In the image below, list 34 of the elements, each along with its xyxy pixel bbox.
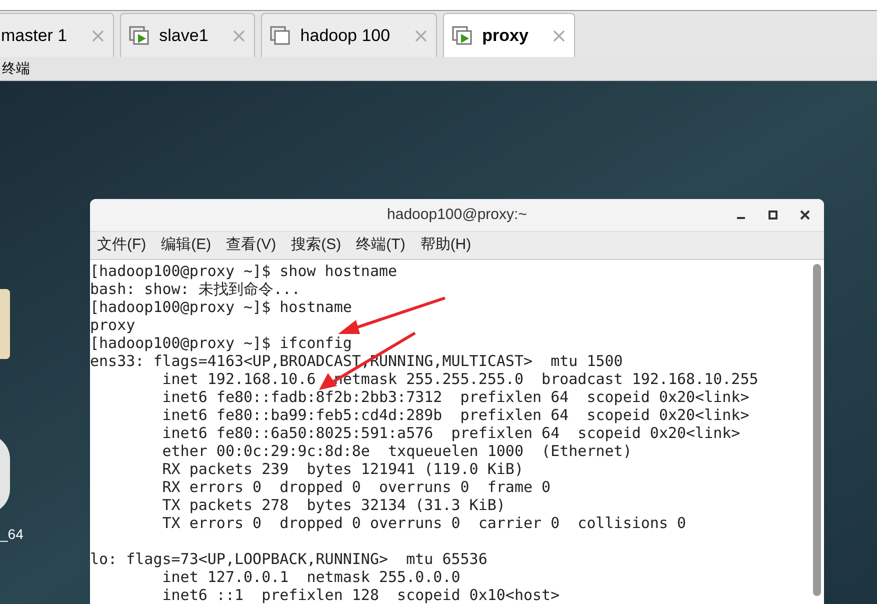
terminal-line: lo: flags=73<UP,LOOPBACK,RUNNING> mtu 65536 (90, 550, 488, 568)
terminal-menu[interactable]: 终端 (2, 58, 30, 80)
menu-item[interactable]: 帮助(H) (420, 234, 472, 257)
maximize-icon[interactable] (768, 210, 778, 220)
menu-item[interactable]: 编辑(E) (161, 234, 212, 257)
terminal-line: inet6 fe80::fadb:8f2b:2bb3:7312 prefixlen 64 scopeid 0x20<link> (161, 388, 750, 406)
terminal-line: TX errors 0 dropped 0 overruns 0 carrier 0 collisions 0 (161, 514, 688, 532)
terminal-line: inet6 ::1 prefixlen 128 scopeid 0x10<host> (161, 586, 561, 604)
terminal-line: proxy (90, 316, 136, 334)
close-icon[interactable] (800, 210, 810, 220)
menu-item[interactable]: 搜索(S) (291, 234, 342, 257)
terminal-line: [hadoop100@proxy ~]$ ifconfig (90, 334, 353, 352)
menu-item[interactable]: 文件(F) (97, 234, 146, 257)
tab[interactable]: slave1 (120, 13, 256, 58)
tab[interactable]: hadoop 100 (261, 13, 438, 58)
desktop-icon-label[interactable]: _64 (0, 524, 90, 546)
menu-item[interactable]: 终端(T) (356, 234, 406, 257)
window-title: hadoop100@proxy:~ (387, 204, 527, 225)
folder-icon[interactable] (0, 289, 10, 360)
tab[interactable]: master 1 (0, 13, 114, 58)
terminal-line: ether 00:0c:29:9c:8d:8e txqueuelen 1000 (Ethernet) (161, 442, 633, 460)
terminal-line: RX packets 239 bytes 121941 (119.0 KiB) (161, 460, 524, 478)
terminal-line: inet 127.0.0.1 netmask 255.0.0.0 (161, 568, 462, 586)
terminal-line: TX packets 278 bytes 32134 (31.3 KiB) (161, 496, 506, 514)
terminal-line: bash: show: 未找到命令... (90, 280, 302, 298)
terminal-line: [hadoop100@proxy ~]$ show hostname (90, 262, 398, 280)
terminal-line: inet6 fe80::ba99:feb5:cd4d:289b prefixlen 64 scopeid 0x20<link> (161, 406, 750, 424)
terminal-line: inet6 fe80::6a50:8025:591:a576 prefixlen 64 scopeid 0x20<link> (161, 424, 742, 442)
tab[interactable]: proxy (443, 13, 576, 58)
terminal-line: inet 192.168.10.6 netmask 255.255.255.0 broadcast 192.168.10.255 (161, 370, 760, 388)
menu-item[interactable]: 查看(V) (226, 234, 276, 257)
terminal-line: [hadoop100@proxy ~]$ hostname (90, 298, 353, 316)
scrollbar[interactable] (813, 264, 821, 596)
terminal-line: RX errors 0 dropped 0 overruns 0 frame 0 (161, 478, 552, 496)
